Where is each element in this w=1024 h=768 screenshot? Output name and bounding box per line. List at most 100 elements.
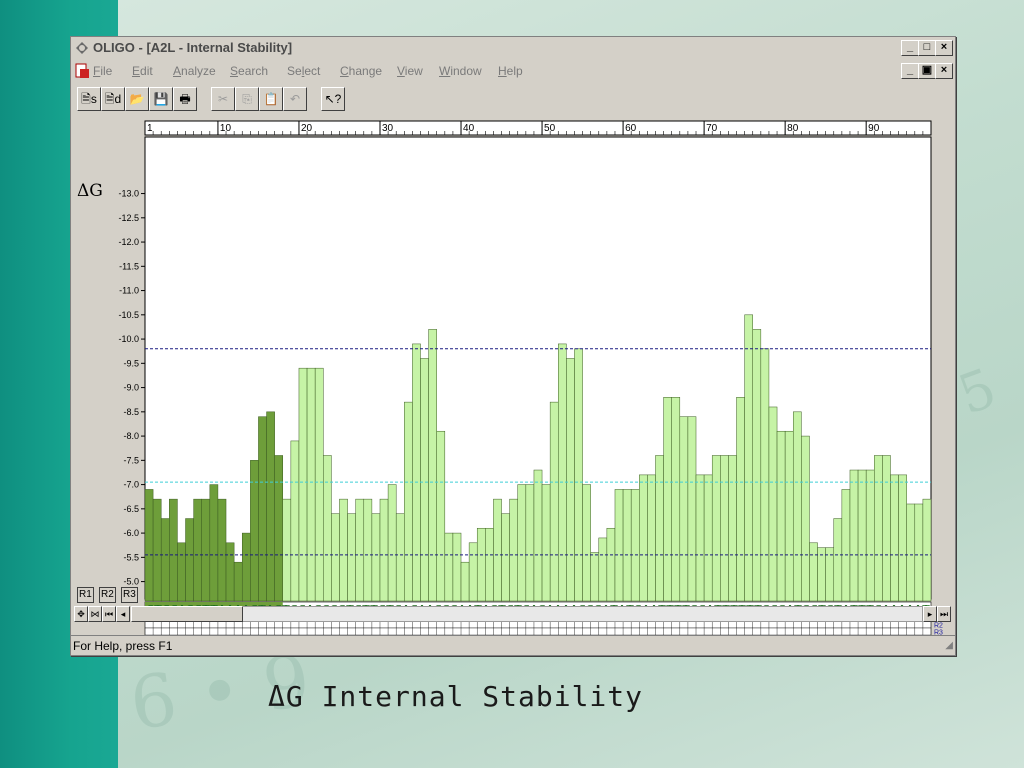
bar <box>298 367 308 602</box>
bar <box>177 542 186 602</box>
window-title: OLIGO - [A2L - Internal Stability] <box>93 40 293 55</box>
bar <box>339 498 348 602</box>
cut-icon[interactable]: ✂ <box>211 87 235 111</box>
bar <box>250 460 259 602</box>
bar <box>306 367 316 602</box>
bar <box>379 498 389 602</box>
bar <box>371 513 381 602</box>
bar <box>209 484 219 602</box>
bar <box>331 513 340 602</box>
x-tick-label: 40 <box>463 123 475 134</box>
x-tick-label: 20 <box>301 123 313 134</box>
undo-icon[interactable]: ↶ <box>283 87 307 111</box>
bar <box>314 367 324 602</box>
scroll-right-icon[interactable]: ▸ <box>923 606 937 622</box>
bar <box>160 518 170 602</box>
doc-restore-button[interactable]: ▣ <box>918 63 936 79</box>
menu-item[interactable]: View <box>397 64 423 78</box>
slide-caption: ΔG Internal Stability <box>268 680 644 713</box>
bar <box>533 469 543 602</box>
bar <box>695 474 705 602</box>
bar <box>517 484 527 602</box>
print-icon[interactable]: 🖶 <box>173 87 197 111</box>
row-tab-r1[interactable]: R1 <box>77 587 94 603</box>
bar <box>898 474 907 602</box>
horizontal-scrollbar-track[interactable] <box>131 606 923 622</box>
y-tick-label: -7.0 <box>123 480 139 490</box>
nav-center-icon[interactable]: ⋈ <box>88 606 102 622</box>
menu-item[interactable]: Select <box>287 64 320 78</box>
x-tick-label: 10 <box>220 123 232 134</box>
open-folder-icon[interactable]: 📂 <box>125 87 149 111</box>
horizontal-scrollbar-thumb[interactable] <box>131 606 243 622</box>
nav-last-icon[interactable]: ⏭ <box>937 606 951 622</box>
y-tick-label: -5.5 <box>123 552 139 562</box>
y-tick-label: -8.0 <box>123 431 139 441</box>
menu-item[interactable]: Help <box>498 64 523 78</box>
resize-grip-icon[interactable]: ◢ <box>945 640 953 651</box>
doc-minimize-button[interactable]: _ <box>901 63 919 79</box>
close-button[interactable]: × <box>935 40 953 56</box>
background-digit: 5 <box>950 356 1005 427</box>
menu-bar: File Edit Analyze Search Select Change View Win… <box>71 61 955 81</box>
y-tick-label: -6.5 <box>123 504 139 514</box>
bar <box>412 343 421 602</box>
nav-first-icon[interactable]: ⏮ <box>102 606 116 622</box>
bar <box>468 542 478 602</box>
bar <box>752 329 762 602</box>
bar <box>906 503 916 602</box>
nav-home-icon[interactable]: ✥ <box>74 606 88 622</box>
y-tick-label: -11.5 <box>119 261 139 271</box>
bar <box>841 489 851 602</box>
bar <box>452 532 462 602</box>
copy-icon[interactable]: ⎘ <box>235 87 259 111</box>
row-tab-r2[interactable]: R2 <box>99 587 116 603</box>
bar <box>825 547 835 602</box>
bar <box>525 484 535 602</box>
toolbar: 🗎s 🗎d 📂 💾 🖶 ✂ ⎘ 📋 ↶ ↖? <box>71 83 955 115</box>
x-tick-label: 70 <box>706 123 718 134</box>
bar <box>874 455 883 602</box>
menu-item[interactable]: Change <box>340 64 382 78</box>
bar <box>395 513 405 602</box>
bar <box>849 469 859 602</box>
bar <box>809 542 818 602</box>
doc-close-button[interactable]: × <box>935 63 953 79</box>
bar <box>630 489 640 602</box>
x-tick-label: 60 <box>625 123 637 134</box>
y-tick-label: -5.0 <box>123 577 139 587</box>
help-pointer-icon[interactable]: ↖? <box>321 87 345 111</box>
bar <box>817 547 826 602</box>
bar <box>890 474 899 602</box>
bar <box>590 552 600 602</box>
bar <box>679 416 689 602</box>
menu-item[interactable]: Edit <box>132 64 153 78</box>
bar <box>728 455 737 602</box>
bar <box>833 518 843 602</box>
bar <box>266 411 275 602</box>
sense-primer-icon[interactable]: 🗎s <box>77 87 101 111</box>
antisense-primer-icon[interactable]: 🗎d <box>101 87 125 111</box>
bar <box>606 527 616 602</box>
x-tick-label: 30 <box>382 123 394 134</box>
scroll-left-icon[interactable]: ◂ <box>116 606 130 622</box>
bar <box>598 537 608 602</box>
row-tab-r3[interactable]: R3 <box>121 587 138 603</box>
save-icon[interactable]: 💾 <box>149 87 173 111</box>
bar <box>736 397 745 602</box>
oligo-logo-icon <box>76 42 88 54</box>
bar <box>639 474 648 602</box>
bar <box>882 455 891 602</box>
minimize-button[interactable]: _ <box>901 40 919 56</box>
y-tick-label: -12.0 <box>118 237 139 247</box>
bar <box>558 343 567 602</box>
bar <box>193 498 202 602</box>
maximize-button[interactable]: □ <box>918 40 936 56</box>
menu-item[interactable]: Analyze <box>173 64 216 78</box>
x-tick-label: 80 <box>787 123 799 134</box>
y-tick-label: -8.5 <box>123 407 139 417</box>
menu-item[interactable]: File <box>93 64 112 78</box>
menu-item[interactable]: Search <box>230 64 268 78</box>
paste-icon[interactable]: 📋 <box>259 87 283 111</box>
menu-item[interactable]: Window <box>439 64 482 78</box>
